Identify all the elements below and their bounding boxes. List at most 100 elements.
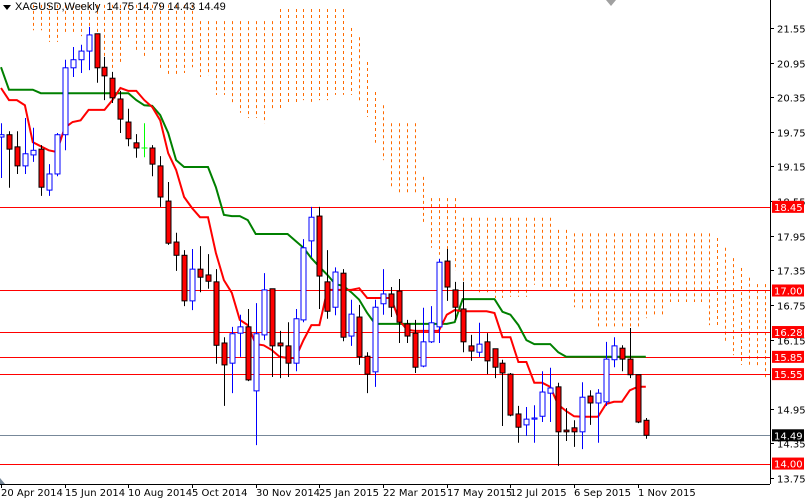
candle[interactable]	[197, 246, 204, 293]
candle[interactable]	[587, 390, 594, 425]
level-price-tag: 15.55	[774, 370, 803, 381]
candle[interactable]	[460, 281, 467, 353]
candle[interactable]	[300, 239, 307, 323]
candle[interactable]	[579, 382, 586, 450]
x-tick-label: 12 Jul 2015	[510, 488, 567, 498]
candle[interactable]	[571, 420, 578, 447]
candle[interactable]	[165, 182, 172, 245]
candle[interactable]	[555, 382, 562, 466]
candle[interactable]	[38, 145, 45, 196]
candle-body	[213, 281, 220, 346]
candle-body	[428, 322, 435, 343]
candle[interactable]	[205, 254, 212, 289]
candle[interactable]	[181, 250, 188, 307]
candle[interactable]	[547, 367, 554, 423]
candle[interactable]	[125, 108, 132, 147]
candle-body	[348, 313, 355, 337]
candle[interactable]	[54, 132, 61, 177]
candle-body	[205, 274, 212, 282]
candle[interactable]	[14, 131, 21, 174]
candle[interactable]	[324, 250, 331, 319]
candle[interactable]	[6, 131, 13, 188]
candle[interactable]	[22, 117, 29, 174]
candle[interactable]	[611, 337, 618, 368]
candle-body	[300, 247, 307, 321]
candle[interactable]	[484, 333, 491, 375]
candle[interactable]	[603, 341, 610, 406]
candle-body	[364, 355, 371, 375]
candle[interactable]	[213, 269, 220, 364]
candle[interactable]	[62, 59, 69, 151]
candle[interactable]	[316, 206, 323, 309]
candle[interactable]	[78, 44, 85, 73]
candle[interactable]	[94, 33, 101, 83]
candle-body	[444, 260, 451, 288]
x-tick-label: 5 Oct 2014	[192, 488, 247, 498]
candle[interactable]	[0, 123, 5, 178]
candle[interactable]	[70, 47, 77, 78]
candle[interactable]	[627, 327, 634, 379]
candle[interactable]	[308, 206, 315, 258]
candle[interactable]	[619, 345, 626, 372]
candle[interactable]	[133, 134, 140, 158]
candle[interactable]	[388, 287, 395, 318]
candle[interactable]	[444, 248, 451, 301]
candle[interactable]	[117, 90, 124, 133]
candle[interactable]	[531, 405, 538, 443]
level-price-tag: 14.00	[774, 460, 803, 471]
candle[interactable]	[356, 304, 363, 365]
candle[interactable]	[277, 330, 284, 379]
candle[interactable]	[46, 164, 53, 196]
chart-shift-top-marker-icon[interactable]	[606, 0, 616, 6]
candle-body	[587, 395, 594, 404]
candle-body	[643, 419, 650, 436]
candle[interactable]	[412, 319, 419, 373]
candle[interactable]	[635, 374, 642, 424]
candle[interactable]	[468, 334, 475, 361]
candle-body	[436, 261, 443, 328]
candle[interactable]	[420, 307, 427, 368]
candle[interactable]	[189, 248, 196, 311]
candle-body	[388, 293, 395, 308]
candle[interactable]	[340, 269, 347, 342]
candle[interactable]	[229, 326, 236, 394]
candle[interactable]	[221, 337, 228, 406]
candle[interactable]	[499, 359, 506, 427]
candle[interactable]	[364, 352, 371, 394]
candle-body	[332, 271, 339, 308]
candle-body	[62, 67, 69, 136]
candle[interactable]	[269, 288, 276, 378]
candle[interactable]	[245, 308, 252, 382]
candle[interactable]	[285, 322, 292, 378]
candle[interactable]	[86, 26, 93, 71]
candle[interactable]	[523, 407, 530, 436]
candle[interactable]	[492, 348, 499, 379]
candle[interactable]	[372, 299, 379, 387]
candle[interactable]	[396, 278, 403, 343]
candle[interactable]	[539, 371, 546, 423]
candle[interactable]	[476, 322, 483, 357]
candle[interactable]	[293, 308, 300, 372]
candle-body	[452, 289, 459, 308]
candle[interactable]	[261, 273, 268, 341]
candle[interactable]	[253, 303, 260, 446]
chart-shift-marker-icon[interactable]	[0, 478, 5, 484]
dropdown-triangle-icon[interactable]	[3, 4, 11, 10]
candle[interactable]	[332, 267, 339, 316]
x-tick-label: 22 Mar 2015	[383, 488, 446, 498]
candle[interactable]	[141, 123, 148, 158]
candle[interactable]	[380, 269, 387, 315]
candle[interactable]	[149, 145, 156, 177]
candle[interactable]	[157, 156, 164, 207]
candle-body	[133, 142, 140, 149]
candle-body	[539, 391, 546, 417]
candle[interactable]	[507, 372, 514, 417]
candle[interactable]	[348, 299, 355, 346]
candle-body	[245, 326, 252, 381]
candle[interactable]	[515, 405, 522, 443]
candle[interactable]	[428, 306, 435, 343]
price-chart[interactable]: 21.5520.9520.3519.7519.1518.5517.9517.35…	[0, 0, 805, 498]
candle[interactable]	[173, 232, 180, 271]
candle-body	[181, 254, 188, 302]
candle[interactable]	[643, 417, 650, 439]
